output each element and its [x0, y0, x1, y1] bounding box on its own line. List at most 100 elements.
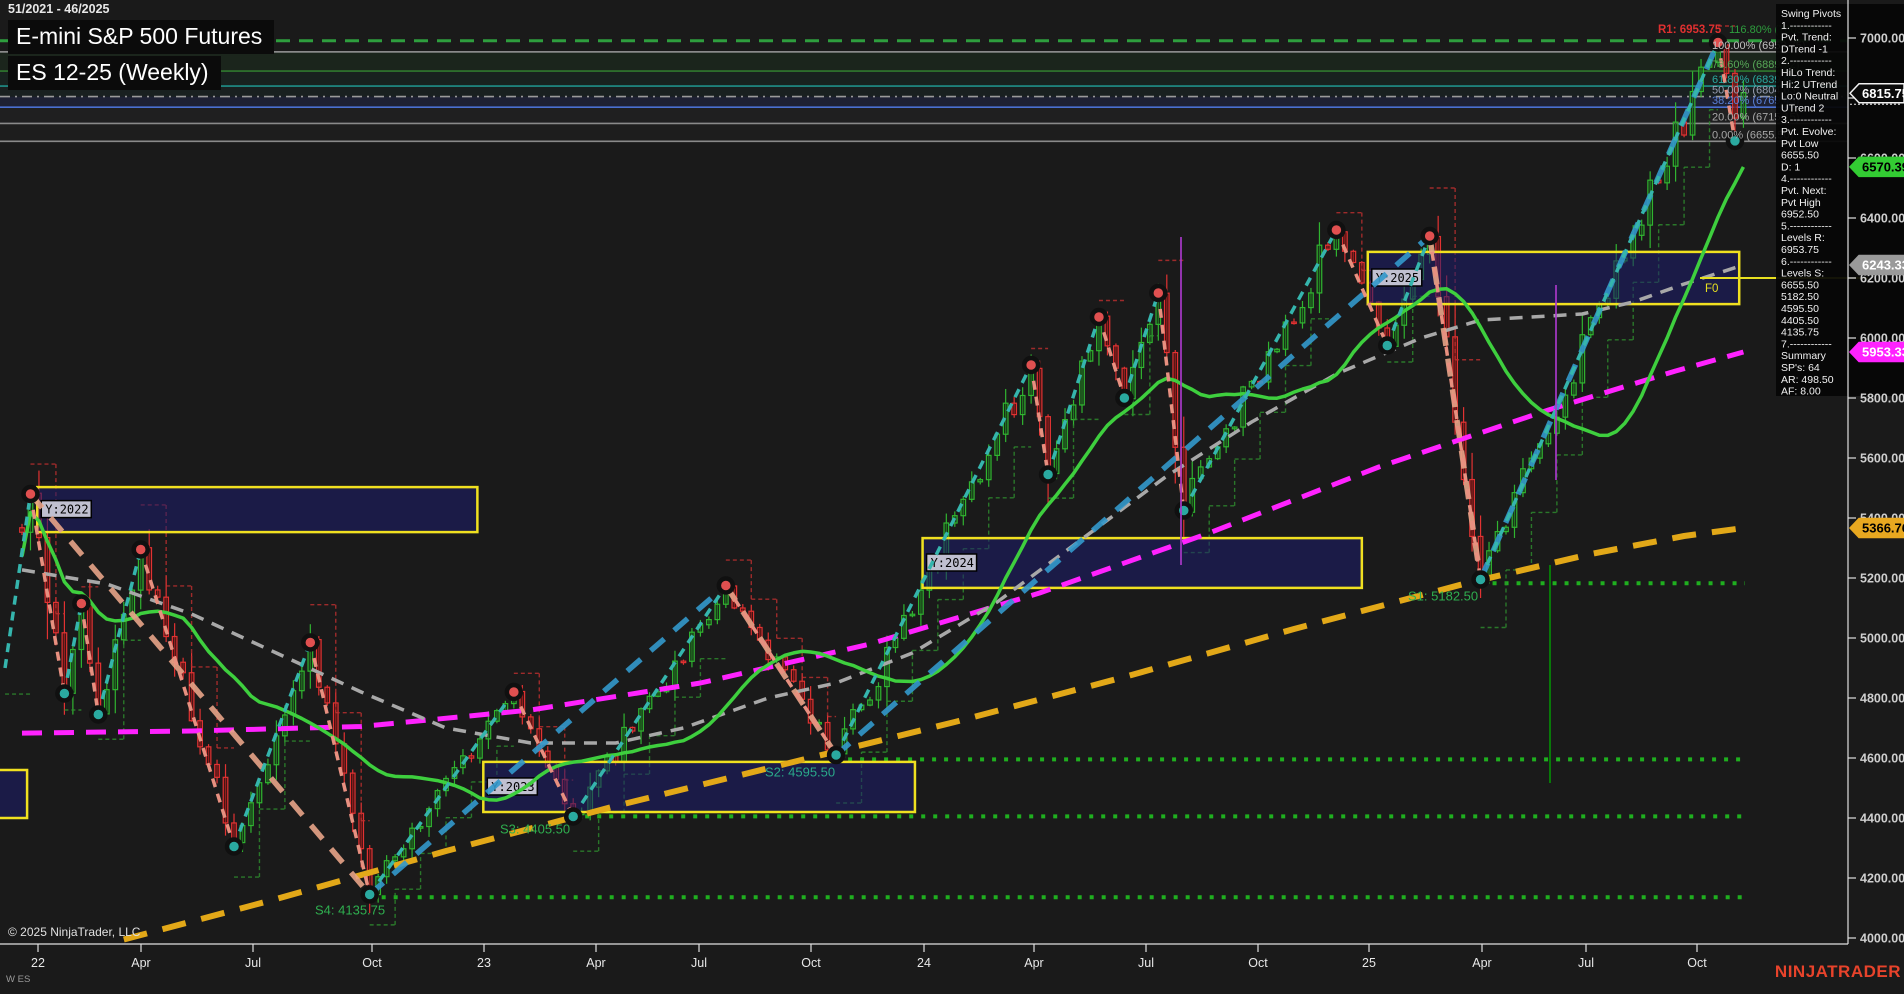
panel-line: DTrend -1 [1781, 43, 1828, 55]
panel-line: HiLo Trend: [1781, 67, 1835, 79]
y-axis-label: 5200.00 [1860, 572, 1904, 586]
panel-line: 4405.50 [1781, 315, 1819, 327]
support-label: S1: 5182.50 [1408, 588, 1478, 603]
swing-high-marker[interactable] [507, 685, 521, 699]
x-axis-label: Oct [1687, 956, 1707, 970]
x-axis-label: Jul [691, 956, 707, 970]
x-axis-label: Oct [362, 956, 382, 970]
swing-low-marker[interactable] [91, 708, 105, 722]
panel-line: 5182.50 [1781, 291, 1819, 303]
panel-line: Pvt High [1781, 197, 1821, 209]
swing-high-marker[interactable] [719, 579, 733, 593]
price-tag-value: 6243.33 [1862, 258, 1904, 273]
x-axis-label: Apr [131, 956, 150, 970]
year-box-Y:2021[interactable] [0, 770, 27, 818]
swing-high-marker[interactable] [303, 636, 317, 650]
x-axis-label: Oct [801, 956, 821, 970]
x-axis-label: 23 [477, 956, 491, 970]
support-label: S3: 4405.50 [500, 821, 570, 836]
swing-low-marker[interactable] [1380, 339, 1394, 353]
x-axis-label: Jul [1138, 956, 1154, 970]
f0-label: F0 [1705, 283, 1718, 295]
panel-line: 6953.75 [1781, 244, 1819, 256]
swing-low-marker[interactable] [829, 748, 843, 762]
y-axis-label: 4800.00 [1860, 692, 1904, 706]
chart-canvas[interactable]: Y:2022Y:2023Y:2024Y:2025F0S1: 5182.50S2:… [0, 0, 1904, 994]
panel-line: 5.------------ [1781, 220, 1832, 232]
panel-line: 6952.50 [1781, 209, 1819, 221]
panel-line: Pvt. Evolve: [1781, 126, 1836, 138]
panel-line: 4135.75 [1781, 327, 1819, 339]
swing-high-marker[interactable] [23, 487, 37, 501]
y-axis-label: 4000.00 [1860, 932, 1904, 946]
swing-high-marker[interactable] [1024, 358, 1038, 372]
panel-line: SP's: 64 [1781, 362, 1820, 374]
swing-high-marker[interactable] [74, 597, 88, 611]
y-axis-label: 4400.00 [1860, 812, 1904, 826]
panel-line: Swing Pivots [1781, 8, 1841, 20]
price-tag-value: 6570.39 [1862, 159, 1904, 174]
panel-line: Pvt. Trend: [1781, 32, 1832, 44]
panel-line: 3.------------ [1781, 114, 1832, 126]
y-axis-label: 7000.00 [1860, 32, 1904, 46]
panel-line: 6.------------ [1781, 256, 1832, 268]
x-axis-label: 24 [917, 956, 931, 970]
panel-line: 7.------------ [1781, 338, 1832, 350]
r1-label: R1: 6953.75 [1658, 24, 1722, 36]
panel-line: Levels R: [1781, 232, 1825, 244]
chart-header: 51/2021 - 46/2025 E-mini S&P 500 Futures… [8, 2, 274, 90]
panel-line: AF: 8.00 [1781, 386, 1821, 398]
swing-high-marker[interactable] [1329, 223, 1343, 237]
swing-high-marker[interactable] [1151, 286, 1165, 300]
swing-low-marker[interactable] [363, 888, 377, 902]
x-axis-label: 25 [1362, 956, 1376, 970]
panel-line: Hi:2 UTrend [1781, 79, 1837, 91]
swing-low-marker[interactable] [57, 687, 71, 701]
support-label: S2: 4595.50 [765, 764, 835, 779]
y-axis-label: 5000.00 [1860, 632, 1904, 646]
price-tag-value: 5953.33 [1862, 345, 1904, 360]
swing-high-marker[interactable] [1092, 310, 1106, 324]
x-axis-label: Apr [586, 956, 605, 970]
panel-line: Pvt Low [1781, 138, 1819, 150]
year-box-Y:2024[interactable] [923, 538, 1362, 588]
swing-low-marker[interactable] [1177, 504, 1191, 518]
price-tag-value: 6815.75 [1862, 86, 1904, 101]
panel-line: 6655.50 [1781, 279, 1819, 291]
swing-high-marker[interactable] [1423, 229, 1437, 243]
price-tag-value: 5366.76 [1862, 520, 1904, 535]
year-box-label: Y:2024 [931, 556, 974, 570]
panel-line: 2.------------ [1781, 55, 1832, 67]
x-axis-label: Jul [245, 956, 261, 970]
y-axis-label: 5800.00 [1860, 392, 1904, 406]
y-axis-label: 5600.00 [1860, 452, 1904, 466]
swing-low-marker[interactable] [1117, 391, 1131, 405]
y-axis-label: 4600.00 [1860, 752, 1904, 766]
panel-line: D: 1 [1781, 161, 1800, 173]
contract-subtitle: ES 12-25 (Weekly) [8, 56, 221, 90]
swing-low-marker[interactable] [1474, 573, 1488, 587]
support-label: S4: 4135.75 [315, 902, 385, 917]
panel-line: Summary [1781, 350, 1827, 362]
panel-line: Levels S: [1781, 268, 1824, 280]
instrument-title: E-mini S&P 500 Futures [8, 20, 274, 54]
swing-high-marker[interactable] [134, 543, 148, 557]
y-axis-label: 4200.00 [1860, 872, 1904, 886]
panel-line: 6655.50 [1781, 150, 1819, 162]
x-axis-label: Apr [1472, 956, 1491, 970]
panel-line: 4.------------ [1781, 173, 1832, 185]
x-axis-label: Apr [1024, 956, 1043, 970]
instrument-tab-label: W ES [6, 974, 30, 985]
x-axis-label: Jul [1578, 956, 1594, 970]
date-range-label: 51/2021 - 46/2025 [8, 2, 274, 16]
swing-low-marker[interactable] [1041, 468, 1055, 482]
year-box-Y:2022[interactable] [37, 487, 477, 532]
copyright-label: © 2025 NinjaTrader, LLC [8, 925, 140, 939]
year-box-label: Y:2022 [45, 503, 88, 517]
panel-line: Pvt. Next: [1781, 185, 1827, 197]
panel-line: Lo:0 Neutral [1781, 91, 1838, 103]
x-axis-label: 22 [31, 956, 45, 970]
x-axis-label: Oct [1248, 956, 1268, 970]
swing-low-marker[interactable] [227, 840, 241, 854]
ninjatrader-logo: NINJATRADER [1775, 962, 1901, 982]
